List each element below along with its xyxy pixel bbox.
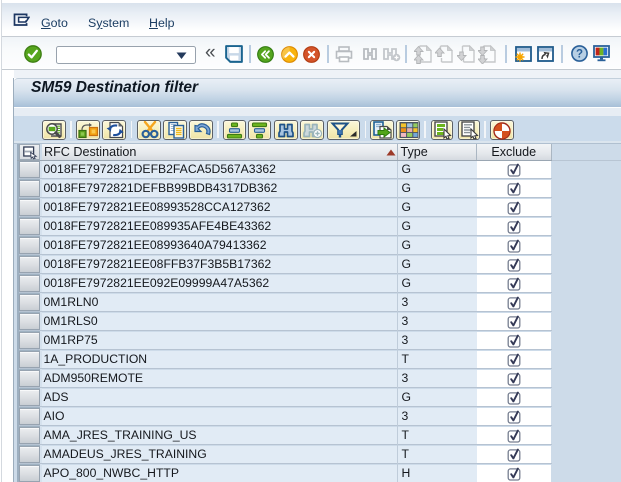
svg-text:?: ? — [576, 49, 583, 61]
